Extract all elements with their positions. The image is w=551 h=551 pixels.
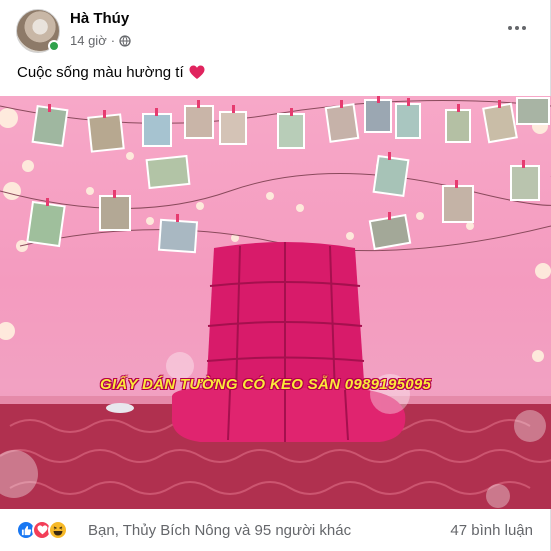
slipper [106, 403, 134, 413]
heart-emoji-icon [189, 65, 205, 79]
meta-separator: · [110, 33, 116, 48]
dot-icon [508, 26, 512, 30]
post-photo[interactable]: GIẤY DÁN TƯỜNG CÓ KEO SẴN 0989195095 [0, 96, 551, 509]
more-options-button[interactable] [505, 18, 529, 38]
reaction-icons[interactable] [16, 520, 68, 540]
comments-count[interactable]: 47 bình luận [450, 522, 533, 539]
dot-icon [522, 26, 526, 30]
dot-icon [515, 26, 519, 30]
photo-watermark-text: GIẤY DÁN TƯỜNG CÓ KEO SẴN 0989195095 [100, 376, 432, 393]
reactions-summary[interactable]: Bạn, Thủy Bích Nông và 95 người khác [88, 522, 351, 539]
room-scene [0, 96, 551, 509]
post-timestamp[interactable]: 14 giờ [70, 33, 107, 48]
reactions-bar: Bạn, Thủy Bích Nông và 95 người khác 47 … [0, 509, 551, 551]
online-status-dot [48, 40, 60, 52]
globe-icon [119, 34, 131, 47]
post-caption: Cuộc sống màu hường tí [17, 64, 205, 81]
post-header: Hà Thúy 14 giờ · [0, 0, 551, 56]
floor-chair [171, 242, 406, 442]
facebook-post: Hà Thúy 14 giờ · Cuộc sống màu hường tí [0, 0, 551, 551]
post-meta: 14 giờ · [70, 33, 131, 48]
author-name[interactable]: Hà Thúy [70, 10, 129, 27]
caption-text: Cuộc sống màu hường tí [17, 64, 184, 81]
haha-icon [48, 520, 68, 540]
